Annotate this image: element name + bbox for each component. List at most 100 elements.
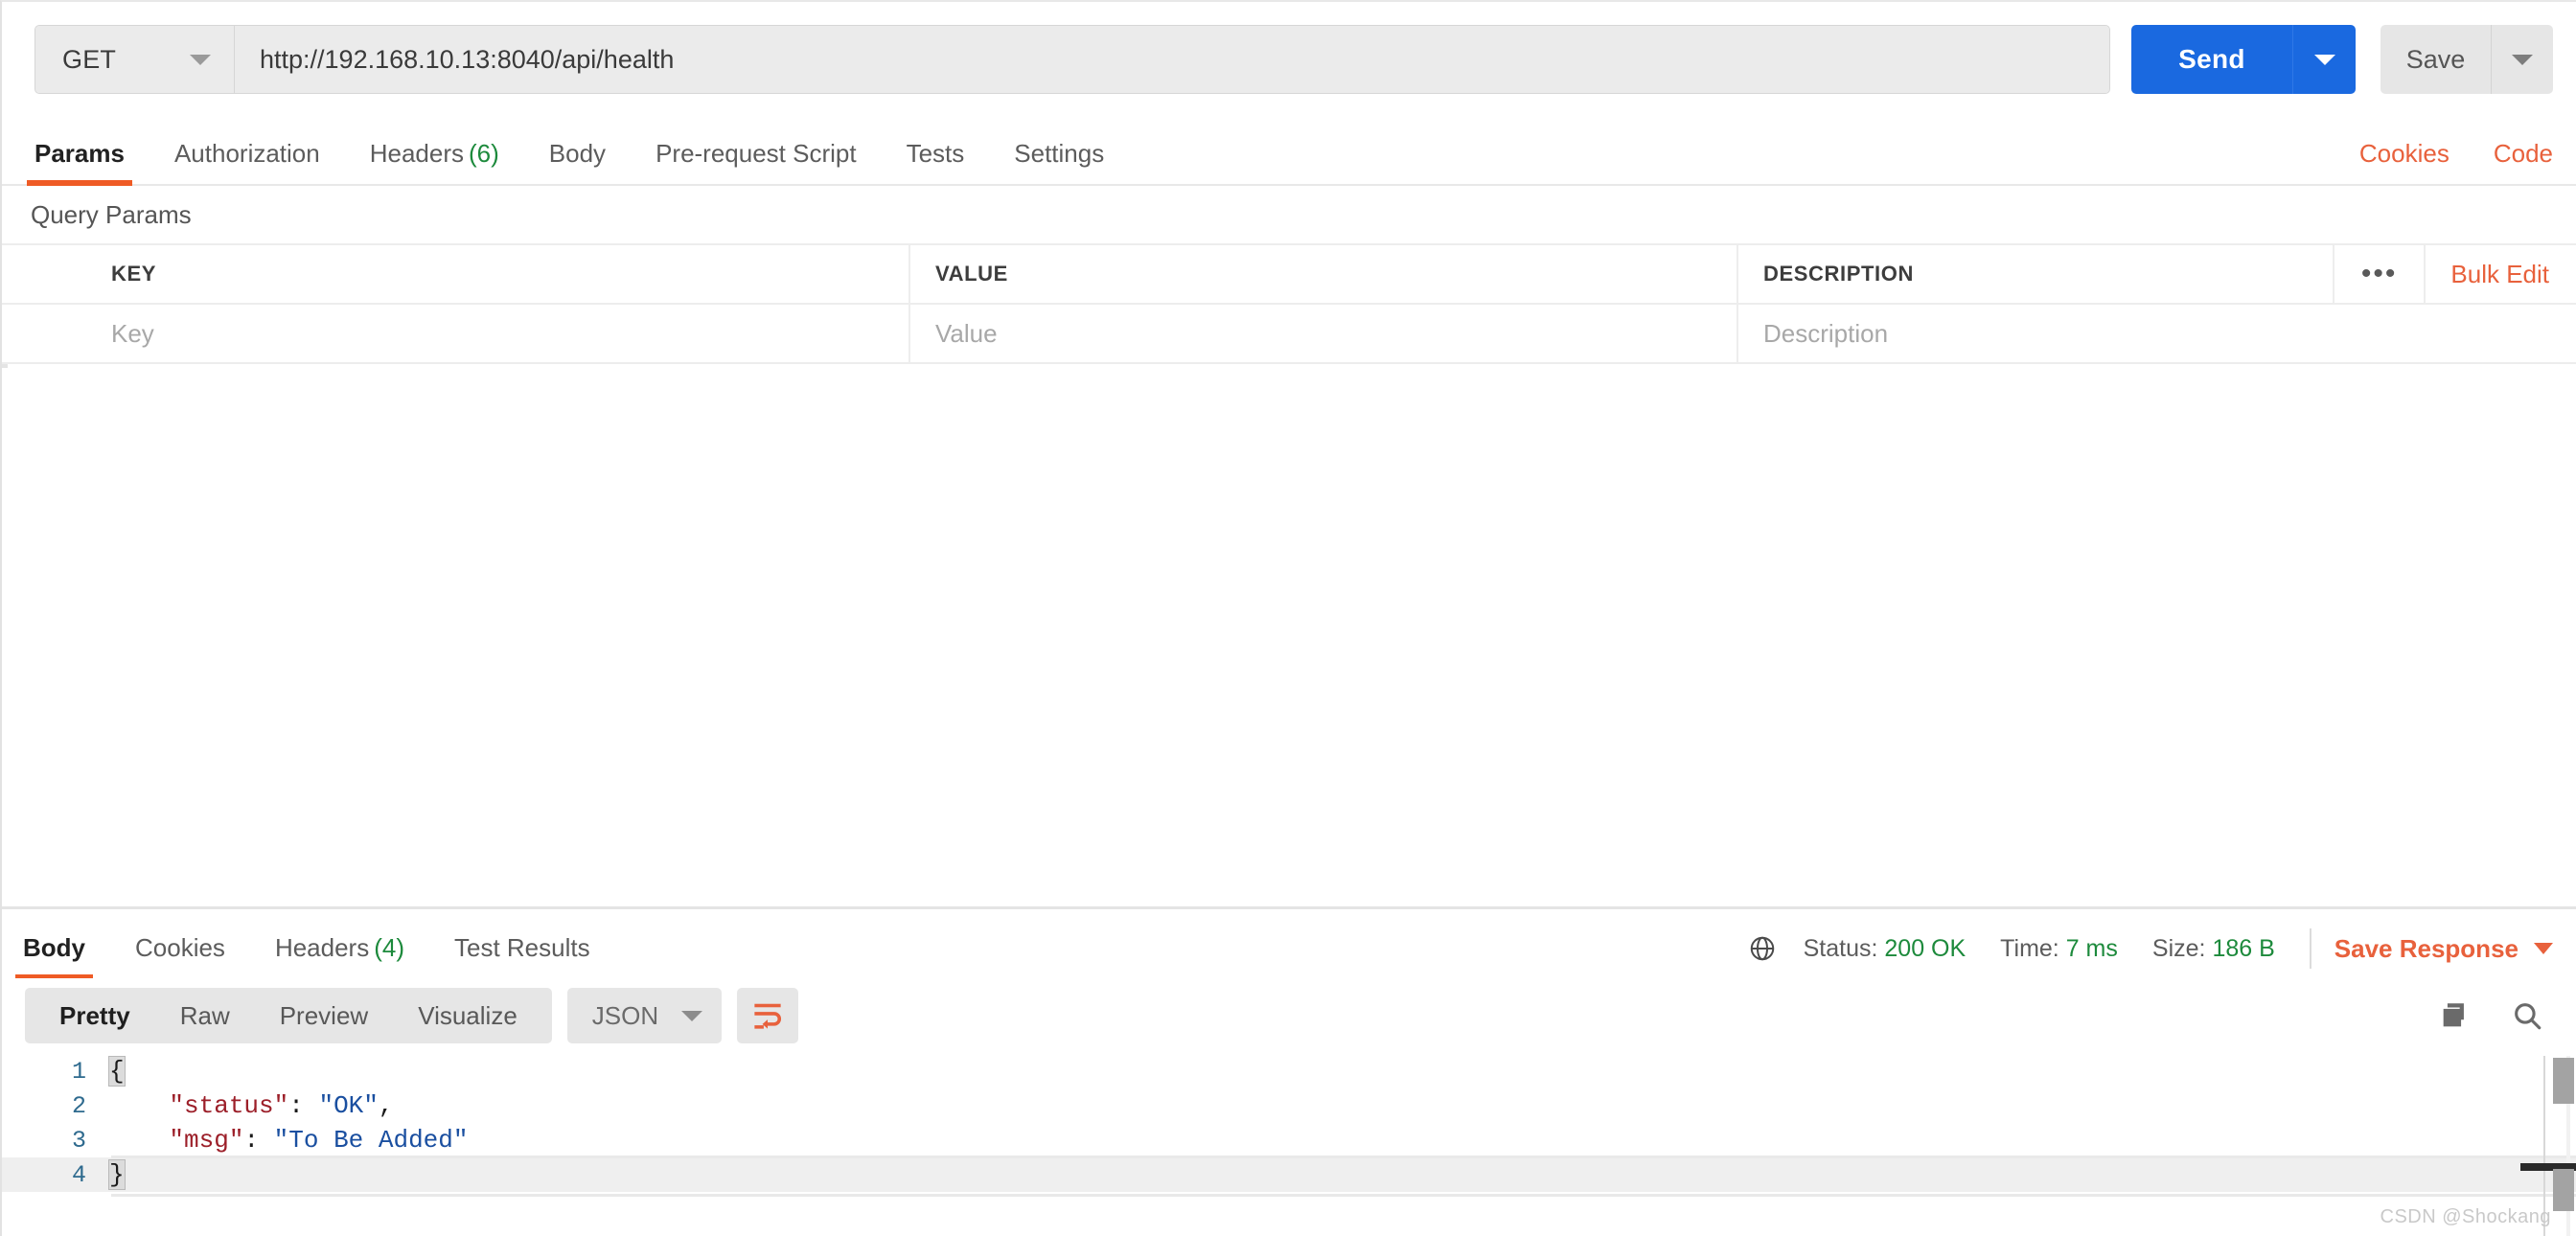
body-format-label: JSON bbox=[591, 1000, 659, 1030]
response-tab-cookies[interactable]: Cookies bbox=[135, 933, 225, 978]
line-number: 1 bbox=[71, 1057, 86, 1086]
postman-request-pane: GET Send Save Params Authorization Head bbox=[0, 0, 2576, 1236]
row-checkbox-cell[interactable] bbox=[2, 305, 86, 362]
save-button[interactable]: Save bbox=[2380, 25, 2492, 94]
code-line: 1 { bbox=[2, 1054, 2576, 1088]
size-label: Size: bbox=[2151, 934, 2206, 962]
json-key-msg: "msg" bbox=[169, 1126, 244, 1155]
time-label: Time: bbox=[2000, 934, 2059, 962]
request-url-input[interactable] bbox=[235, 26, 2109, 93]
param-key-input[interactable]: Key bbox=[86, 305, 910, 362]
response-meta-bar: Status: 200 OK Time: 7 ms Size: 186 B Sa… bbox=[1748, 928, 2576, 978]
line-number: 2 bbox=[71, 1091, 86, 1120]
table-row: Key Value Description bbox=[2, 305, 2576, 364]
code-row-divider bbox=[111, 1156, 2576, 1158]
response-tab-test-results[interactable]: Test Results bbox=[454, 933, 590, 978]
search-icon[interactable] bbox=[2511, 999, 2543, 1032]
chevron-down-icon bbox=[2512, 54, 2533, 65]
code-line-text: "msg": "To Be Added" bbox=[169, 1126, 469, 1155]
tab-label: Pre-request Script bbox=[656, 139, 857, 168]
json-value-status: "OK" bbox=[318, 1091, 379, 1120]
response-tabs: Body Cookies Headers (4) Test Results Sta… bbox=[2, 909, 2576, 980]
view-preview-button[interactable]: Preview bbox=[255, 1001, 393, 1031]
code-line: 3 "msg": "To Be Added" bbox=[2, 1123, 2576, 1157]
more-options-icon[interactable]: ••• bbox=[2332, 245, 2425, 303]
query-params-title: Query Params bbox=[2, 186, 2576, 245]
word-wrap-toggle[interactable] bbox=[737, 988, 799, 1043]
line-number: 3 bbox=[71, 1126, 86, 1155]
copy-icon[interactable] bbox=[2438, 999, 2471, 1032]
status-meta: Status: 200 OK bbox=[1804, 935, 1966, 963]
query-params-table: KEY VALUE DESCRIPTION ••• Bulk Edit Key bbox=[2, 245, 2576, 364]
request-body-empty-area bbox=[2, 368, 2576, 914]
response-tab-headers[interactable]: Headers (4) bbox=[275, 933, 404, 978]
tab-pre-request-script[interactable]: Pre-request Script bbox=[656, 139, 857, 184]
response-body-viewer[interactable]: 1 { 2 "status": "OK", 3 "msg": "To Be Ad… bbox=[2, 1053, 2576, 1236]
line-number: 4 bbox=[71, 1160, 86, 1189]
method-url-group: GET bbox=[34, 25, 2110, 94]
status-label: Status: bbox=[1803, 934, 1878, 962]
divider bbox=[2309, 928, 2312, 969]
save-options-button[interactable] bbox=[2492, 25, 2553, 94]
param-value-placeholder: Value bbox=[935, 318, 998, 348]
cookies-link[interactable]: Cookies bbox=[2359, 139, 2450, 169]
select-all-checkbox-cell[interactable] bbox=[2, 245, 86, 303]
tab-label: Body bbox=[548, 139, 607, 168]
tab-count-badge: (6) bbox=[469, 139, 499, 168]
chevron-down-icon bbox=[190, 54, 211, 65]
code-lines: 1 { 2 "status": "OK", 3 "msg": "To Be Ad… bbox=[2, 1054, 2576, 1192]
size-meta: Size: 186 B bbox=[2152, 935, 2275, 963]
view-pretty-button[interactable]: Pretty bbox=[34, 1001, 155, 1031]
code-line-text: { bbox=[108, 1056, 126, 1087]
bulk-edit-button[interactable]: Bulk Edit bbox=[2424, 245, 2576, 303]
http-method-select[interactable]: GET bbox=[35, 26, 235, 93]
chevron-down-icon bbox=[2313, 54, 2335, 65]
request-tabs-actions: Cookies Code bbox=[2315, 139, 2576, 184]
save-response-button[interactable]: Save Response bbox=[2334, 934, 2553, 964]
code-line-text: "status": "OK", bbox=[169, 1091, 394, 1120]
tab-body[interactable]: Body bbox=[549, 139, 606, 184]
request-tabs: Params Authorization Headers (6) Body Pre… bbox=[2, 117, 2576, 186]
tab-params[interactable]: Params bbox=[27, 139, 132, 186]
tab-authorization[interactable]: Authorization bbox=[174, 139, 320, 184]
code-line-text: } bbox=[108, 1159, 126, 1190]
param-value-input[interactable]: Value bbox=[910, 305, 1738, 362]
send-options-button[interactable] bbox=[2292, 25, 2356, 94]
code-row-divider bbox=[111, 1194, 2576, 1197]
code-line: 4 } bbox=[2, 1157, 2576, 1192]
tab-label: Headers bbox=[369, 139, 465, 168]
tab-tests[interactable]: Tests bbox=[907, 139, 965, 184]
time-value: 7 ms bbox=[2065, 934, 2118, 962]
status-value: 200 OK bbox=[1884, 934, 1966, 962]
send-button-group: Send bbox=[2131, 25, 2356, 94]
url-bar: GET Send Save bbox=[2, 2, 2576, 117]
json-value-msg: "To Be Added" bbox=[273, 1126, 469, 1155]
watermark: CSDN @Shockang bbox=[2380, 1206, 2551, 1227]
json-close-brace: } bbox=[108, 1159, 126, 1190]
tab-headers[interactable]: Headers (6) bbox=[370, 139, 499, 184]
vertical-scrollbar-thumb-lower[interactable] bbox=[2553, 1169, 2574, 1211]
column-header-value: VALUE bbox=[910, 245, 1738, 303]
send-button[interactable]: Send bbox=[2131, 25, 2292, 94]
save-response-label: Save Response bbox=[2334, 933, 2518, 963]
view-raw-button[interactable]: Raw bbox=[155, 1001, 255, 1031]
param-description-placeholder: Description bbox=[1763, 318, 1889, 348]
tab-settings[interactable]: Settings bbox=[1014, 139, 1104, 184]
tab-label: Authorization bbox=[173, 139, 320, 168]
json-key-status: "status" bbox=[169, 1091, 289, 1120]
tab-label: Headers bbox=[274, 933, 370, 962]
code-link[interactable]: Code bbox=[2494, 139, 2553, 169]
code-line: 2 "status": "OK", bbox=[2, 1088, 2576, 1123]
table-header-row: KEY VALUE DESCRIPTION ••• Bulk Edit bbox=[2, 245, 2576, 305]
response-body-toolbar: Pretty Raw Preview Visualize JSON bbox=[2, 978, 2576, 1053]
param-description-input[interactable]: Description bbox=[1738, 305, 2576, 362]
tab-label: Body bbox=[23, 933, 85, 962]
size-value: 186 B bbox=[2212, 934, 2275, 962]
body-format-select[interactable]: JSON bbox=[566, 988, 723, 1043]
response-tab-body[interactable]: Body bbox=[15, 933, 93, 980]
http-method-label: GET bbox=[62, 44, 117, 74]
time-meta: Time: 7 ms bbox=[2000, 935, 2118, 963]
vertical-scrollbar-thumb[interactable] bbox=[2553, 1058, 2574, 1104]
view-visualize-button[interactable]: Visualize bbox=[393, 1001, 542, 1031]
body-toolbar-actions bbox=[2438, 999, 2576, 1032]
